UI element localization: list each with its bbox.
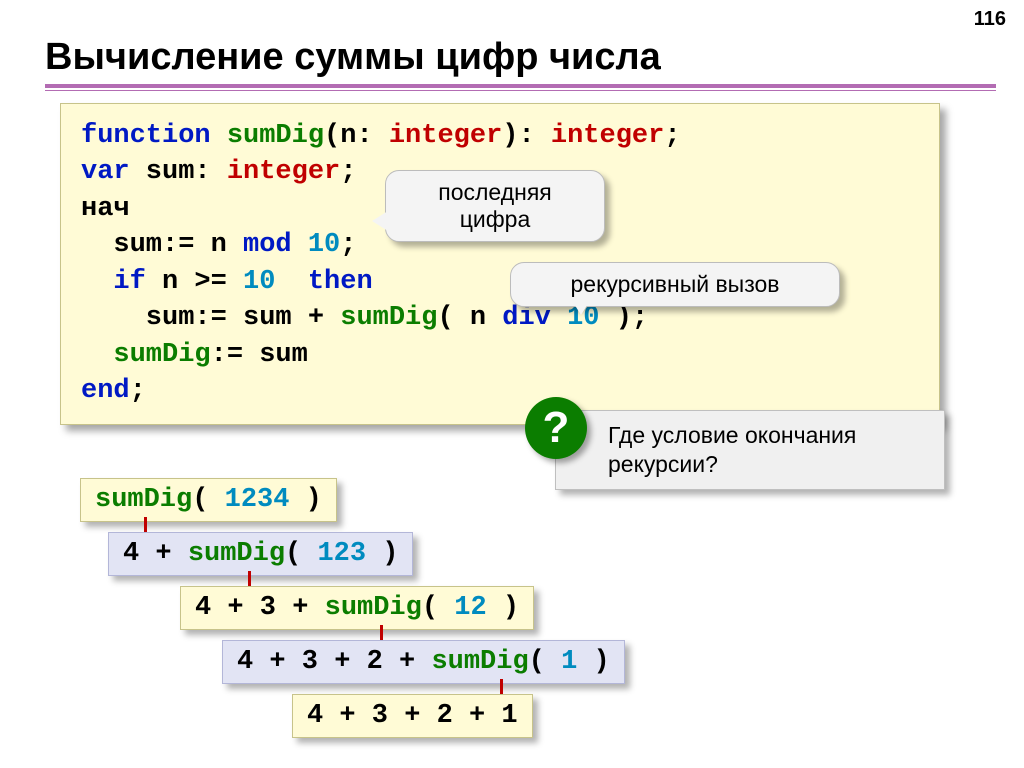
page-title: Вычисление суммы цифр числа bbox=[45, 36, 661, 79]
code-line-1: function sumDig(n: integer): integer; bbox=[81, 118, 919, 154]
text: ) bbox=[289, 485, 321, 515]
keyword: end bbox=[81, 376, 130, 406]
text: (n: bbox=[324, 121, 389, 151]
text: sum: bbox=[130, 157, 227, 187]
step-1: sumDig( 1234 ) bbox=[80, 478, 337, 522]
code-line-7: sumDig:= sum bbox=[81, 337, 919, 373]
keyword: div bbox=[502, 303, 551, 333]
step-2: 4 + sumDig( 123 ) bbox=[108, 532, 413, 576]
function-name: sumDig bbox=[431, 647, 528, 677]
keyword: function bbox=[81, 121, 211, 151]
text: ) bbox=[366, 539, 398, 569]
text: ( n bbox=[437, 303, 502, 333]
text: ) bbox=[487, 593, 519, 623]
step-5: 4 + 3 + 2 + 1 bbox=[292, 694, 533, 738]
text bbox=[81, 267, 113, 297]
keyword: mod bbox=[243, 230, 292, 260]
text: sum:= sum + bbox=[81, 303, 340, 333]
step-4: 4 + 3 + 2 + sumDig( 1 ) bbox=[222, 640, 625, 684]
number: 10 bbox=[243, 267, 275, 297]
text: ); bbox=[600, 303, 649, 333]
text: ): bbox=[502, 121, 551, 151]
type: integer bbox=[389, 121, 502, 151]
text: ; bbox=[340, 157, 356, 187]
question-text: Где условие окончания рекурсии? bbox=[608, 422, 856, 477]
text bbox=[275, 267, 307, 297]
text: ; bbox=[130, 376, 146, 406]
text: 4 + bbox=[123, 539, 188, 569]
number: 1234 bbox=[225, 485, 290, 515]
callout-text: рекурсивный вызов bbox=[570, 271, 779, 297]
text: ( bbox=[192, 485, 224, 515]
text: ) bbox=[577, 647, 609, 677]
function-name: sumDig bbox=[227, 121, 324, 151]
function-name: sumDig bbox=[325, 593, 422, 623]
keyword: if bbox=[113, 267, 145, 297]
text: 4 + 3 + bbox=[195, 593, 325, 623]
text: := sum bbox=[211, 340, 308, 370]
function-name: sumDig bbox=[95, 485, 192, 515]
keyword: then bbox=[308, 267, 373, 297]
text: ; bbox=[340, 230, 356, 260]
text: ( bbox=[422, 593, 454, 623]
code-line-8: end; bbox=[81, 373, 919, 409]
text: n >= bbox=[146, 267, 243, 297]
callout-last-digit: последняя цифра bbox=[385, 170, 605, 242]
text bbox=[81, 340, 113, 370]
callout-tail-icon bbox=[372, 211, 388, 231]
text: 4 + 3 + 2 + bbox=[237, 647, 431, 677]
number: 123 bbox=[317, 539, 366, 569]
number: 10 bbox=[308, 230, 340, 260]
callout-tail-icon bbox=[571, 299, 591, 315]
keyword: var bbox=[81, 157, 130, 187]
question-mark-icon: ? bbox=[525, 397, 587, 459]
title-underline bbox=[45, 84, 996, 91]
step-3: 4 + 3 + sumDig( 12 ) bbox=[180, 586, 534, 630]
function-name: sumDig bbox=[113, 340, 210, 370]
text: ; bbox=[664, 121, 680, 151]
text: sum:= n bbox=[81, 230, 243, 260]
page-number: 116 bbox=[974, 8, 1006, 31]
question-box: Где условие окончания рекурсии? bbox=[555, 410, 945, 490]
type: integer bbox=[551, 121, 664, 151]
text bbox=[292, 230, 308, 260]
text bbox=[551, 303, 567, 333]
type: integer bbox=[227, 157, 340, 187]
function-name: sumDig bbox=[340, 303, 437, 333]
text: ( bbox=[285, 539, 317, 569]
callout-recursive-call: рекурсивный вызов bbox=[510, 262, 840, 307]
number: 12 bbox=[454, 593, 486, 623]
text: ( bbox=[529, 647, 561, 677]
function-name: sumDig bbox=[188, 539, 285, 569]
number: 1 bbox=[561, 647, 577, 677]
callout-text: последняя цифра bbox=[438, 179, 551, 232]
